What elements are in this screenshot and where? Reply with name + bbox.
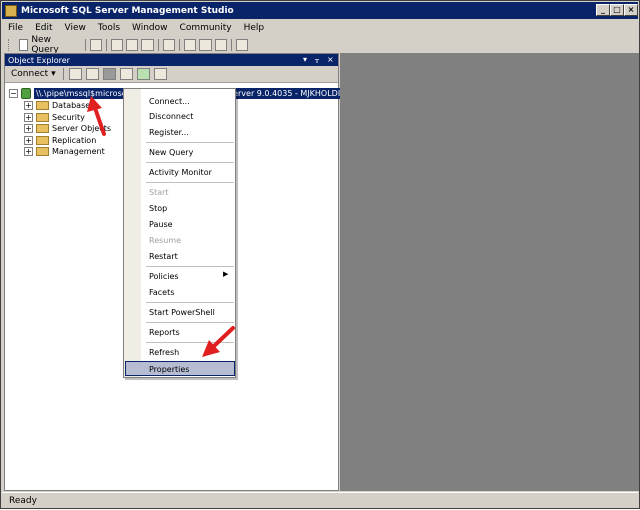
annotation-arrow-server [87, 96, 106, 136]
annotation-overlay [87, 96, 235, 357]
annotation-arrow-properties [202, 326, 235, 357]
app-window: Microsoft SQL Server Management Studio _… [0, 0, 640, 509]
